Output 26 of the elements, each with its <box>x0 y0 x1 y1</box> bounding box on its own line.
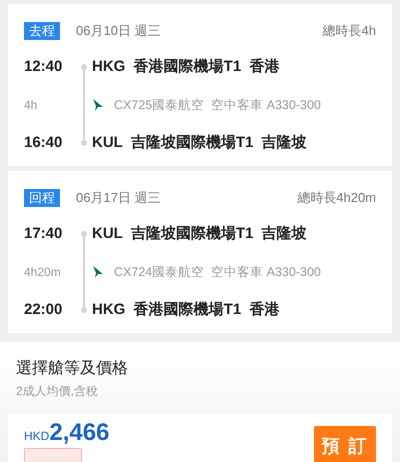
arrival-time: 16:40 <box>24 132 64 153</box>
section-subtitle: 2成人均價,含稅 <box>16 383 100 400</box>
flight-duration: 4h <box>24 97 38 114</box>
total-duration: 總時長4h <box>322 22 376 40</box>
price: 2,466 <box>49 420 110 446</box>
flight-info: CX725國泰航空 空中客車 A330-300 <box>114 96 321 114</box>
flight-duration: 4h20m <box>24 264 62 281</box>
departure-airport: KUL 吉隆坡國際機場T1 吉隆坡 <box>92 224 307 244</box>
discount-tag <box>24 448 82 462</box>
departure-time: 17:40 <box>24 224 64 244</box>
currency-label: HKD <box>24 428 50 445</box>
section-title: 選擇艙等及價格 <box>16 359 129 379</box>
arrival-airport: KUL 吉隆坡國際機場T1 吉隆坡 <box>92 132 307 153</box>
airline-logo-icon <box>92 98 104 112</box>
trip-badge: 去程 <box>24 22 60 40</box>
departure-airport: HKG 香港國際機場T1 香港 <box>92 56 280 77</box>
arrival-airport: HKG 香港國際機場T1 香港 <box>92 300 280 320</box>
arrival-time: 22:00 <box>24 300 64 320</box>
departure-time: 12:40 <box>24 56 64 77</box>
airline-logo-icon <box>92 265 104 279</box>
flight-date: 06月17日 週三 <box>76 189 161 208</box>
total-duration: 總時長4h20m <box>297 189 376 208</box>
trip-badge: 回程 <box>24 189 60 207</box>
flight-date: 06月10日 週三 <box>76 22 161 40</box>
book-button[interactable]: 預 訂 <box>314 426 376 462</box>
flight-info: CX724國泰航空 空中客車 A330-300 <box>114 264 321 281</box>
